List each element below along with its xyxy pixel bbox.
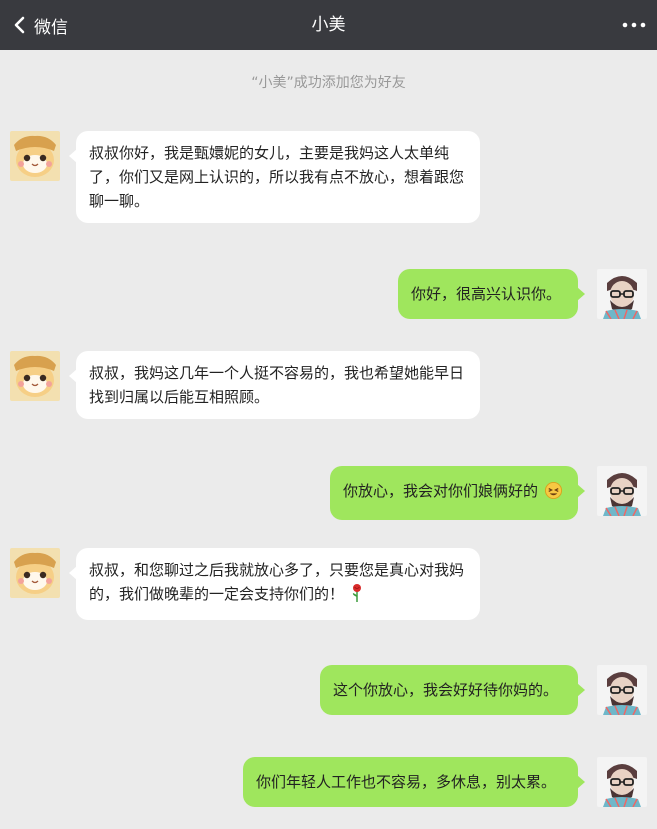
message-bubble-outgoing[interactable]: 你好，很高兴认识你。 — [398, 269, 585, 319]
more-button[interactable] — [621, 13, 647, 37]
self-avatar[interactable] — [597, 665, 647, 715]
message-text: 你好，很高兴认识你。 — [411, 285, 562, 303]
message-text: 叔叔，和您聊过之后我就放心多了，只要您是真心对我妈的，我们做晚辈的一定会支持你们… — [89, 561, 465, 603]
self-avatar[interactable] — [597, 757, 647, 807]
message-bubble-outgoing[interactable]: 你放心，我会对你们娘俩好的 — [330, 466, 585, 520]
chat-title: 小美 — [311, 15, 346, 35]
message-bubble-incoming[interactable]: 叔叔，我妈这几年一个人挺不容易的，我也希望她能早日找到归属以后能互相照顾。 — [69, 351, 480, 419]
message-bubble-outgoing[interactable]: 这个你放心，我会好好待你妈的。 — [320, 665, 585, 715]
message-bubble-incoming[interactable]: 叔叔，和您聊过之后我就放心多了，只要您是真心对我妈的，我们做晚辈的一定会支持你们… — [69, 548, 480, 620]
more-horizontal-icon — [621, 22, 647, 41]
message-text: 叔叔你好，我是甄嬛妮的女儿，主要是我妈这人太单纯了，你们又是网上认识的，所以我有… — [89, 144, 465, 210]
contact-avatar[interactable] — [10, 351, 60, 401]
message-bubble-incoming[interactable]: 叔叔你好，我是甄嬛妮的女儿，主要是我妈这人太单纯了，你们又是网上认识的，所以我有… — [69, 131, 480, 223]
message-bubble-outgoing[interactable]: 你们年轻人工作也不容易，多休息，别太累。 — [243, 757, 585, 807]
message-text: 你放心，我会对你们娘俩好的 — [343, 482, 539, 500]
message-text: 你们年轻人工作也不容易，多休息，别太累。 — [256, 773, 557, 791]
rose-emoji-icon — [350, 583, 364, 610]
system-notice: “小美”成功添加您为好友 — [251, 75, 406, 91]
message-text: 这个你放心，我会好好待你妈的。 — [333, 681, 559, 699]
message-text: 叔叔，我妈这几年一个人挺不容易的，我也希望她能早日找到归属以后能互相照顾。 — [89, 364, 465, 406]
self-avatar[interactable] — [597, 269, 647, 319]
contact-avatar[interactable] — [10, 131, 60, 181]
self-avatar[interactable] — [597, 466, 647, 516]
top-bar: 微信 小美 — [0, 0, 657, 50]
laughing-emoji-icon — [544, 481, 563, 507]
contact-avatar[interactable] — [10, 548, 60, 598]
